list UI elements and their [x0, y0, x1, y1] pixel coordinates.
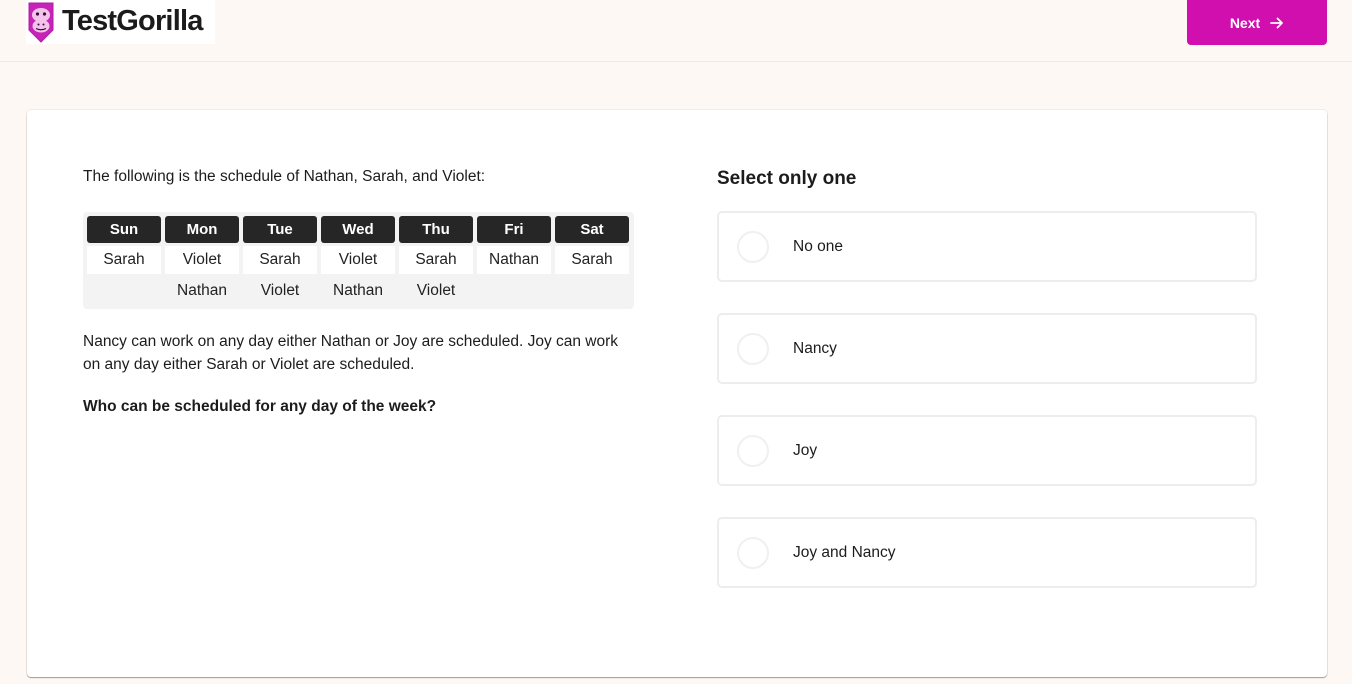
schedule-cell: Violet [165, 246, 239, 274]
answer-option-joy-and-nancy[interactable]: Joy and Nancy [717, 517, 1257, 588]
answer-option-label: Nancy [793, 339, 837, 357]
schedule-cell [477, 277, 551, 305]
schedule-table: Sun Mon Tue Wed Thu Fri Sat Sarah Violet… [83, 212, 634, 309]
schedule-cell: Sarah [87, 246, 161, 274]
day-header: Sun [87, 216, 161, 243]
schedule-cell: Nathan [477, 246, 551, 274]
day-header: Mon [165, 216, 239, 243]
arrow-right-icon [1270, 17, 1284, 28]
gorilla-logo-icon [28, 2, 54, 43]
radio-button[interactable] [737, 332, 769, 365]
question-panel: The following is the schedule of Nathan,… [83, 166, 643, 416]
radio-button[interactable] [737, 230, 769, 263]
answer-option-joy[interactable]: Joy [717, 415, 1257, 486]
day-header: Fri [477, 216, 551, 243]
brand-name: TestGorilla [62, 4, 203, 37]
answers-panel: Select only one No one Nancy Joy Joy and… [717, 166, 1257, 588]
answer-option-no-one[interactable]: No one [717, 211, 1257, 282]
day-header: Thu [399, 216, 473, 243]
answer-options: No one Nancy Joy Joy and Nancy [717, 211, 1257, 588]
schedule-cell: Sarah [399, 246, 473, 274]
schedule-cell: Violet [399, 277, 473, 305]
schedule-cell [87, 277, 161, 305]
question-card: The following is the schedule of Nathan,… [27, 110, 1327, 677]
radio-button[interactable] [737, 536, 769, 569]
answer-option-label: No one [793, 237, 843, 255]
top-bar: TestGorilla Next [0, 0, 1352, 62]
next-button[interactable]: Next [1187, 0, 1327, 45]
brand-logo: TestGorilla [26, 0, 215, 44]
schedule-cell [555, 277, 629, 305]
day-header: Wed [321, 216, 395, 243]
schedule-cell: Sarah [555, 246, 629, 274]
schedule-cell: Violet [321, 246, 395, 274]
schedule-cell: Sarah [243, 246, 317, 274]
day-header: Tue [243, 216, 317, 243]
schedule-cell: Violet [243, 277, 317, 305]
question-intro: The following is the schedule of Nathan,… [83, 168, 486, 185]
answer-option-label: Joy [793, 441, 818, 459]
schedule-cell: Nathan [321, 277, 395, 305]
next-button-label: Next [1229, 14, 1261, 31]
answer-option-nancy[interactable]: Nancy [717, 313, 1257, 384]
answers-title: Select only one [717, 168, 857, 189]
radio-button[interactable] [737, 434, 769, 467]
question-prompt: Who can be scheduled for any day of the … [83, 398, 437, 415]
answer-option-label: Joy and Nancy [793, 543, 896, 561]
question-rules: Nancy can work on any day either Nathan … [83, 333, 619, 373]
schedule-cell: Nathan [165, 277, 239, 305]
day-header: Sat [555, 216, 629, 243]
